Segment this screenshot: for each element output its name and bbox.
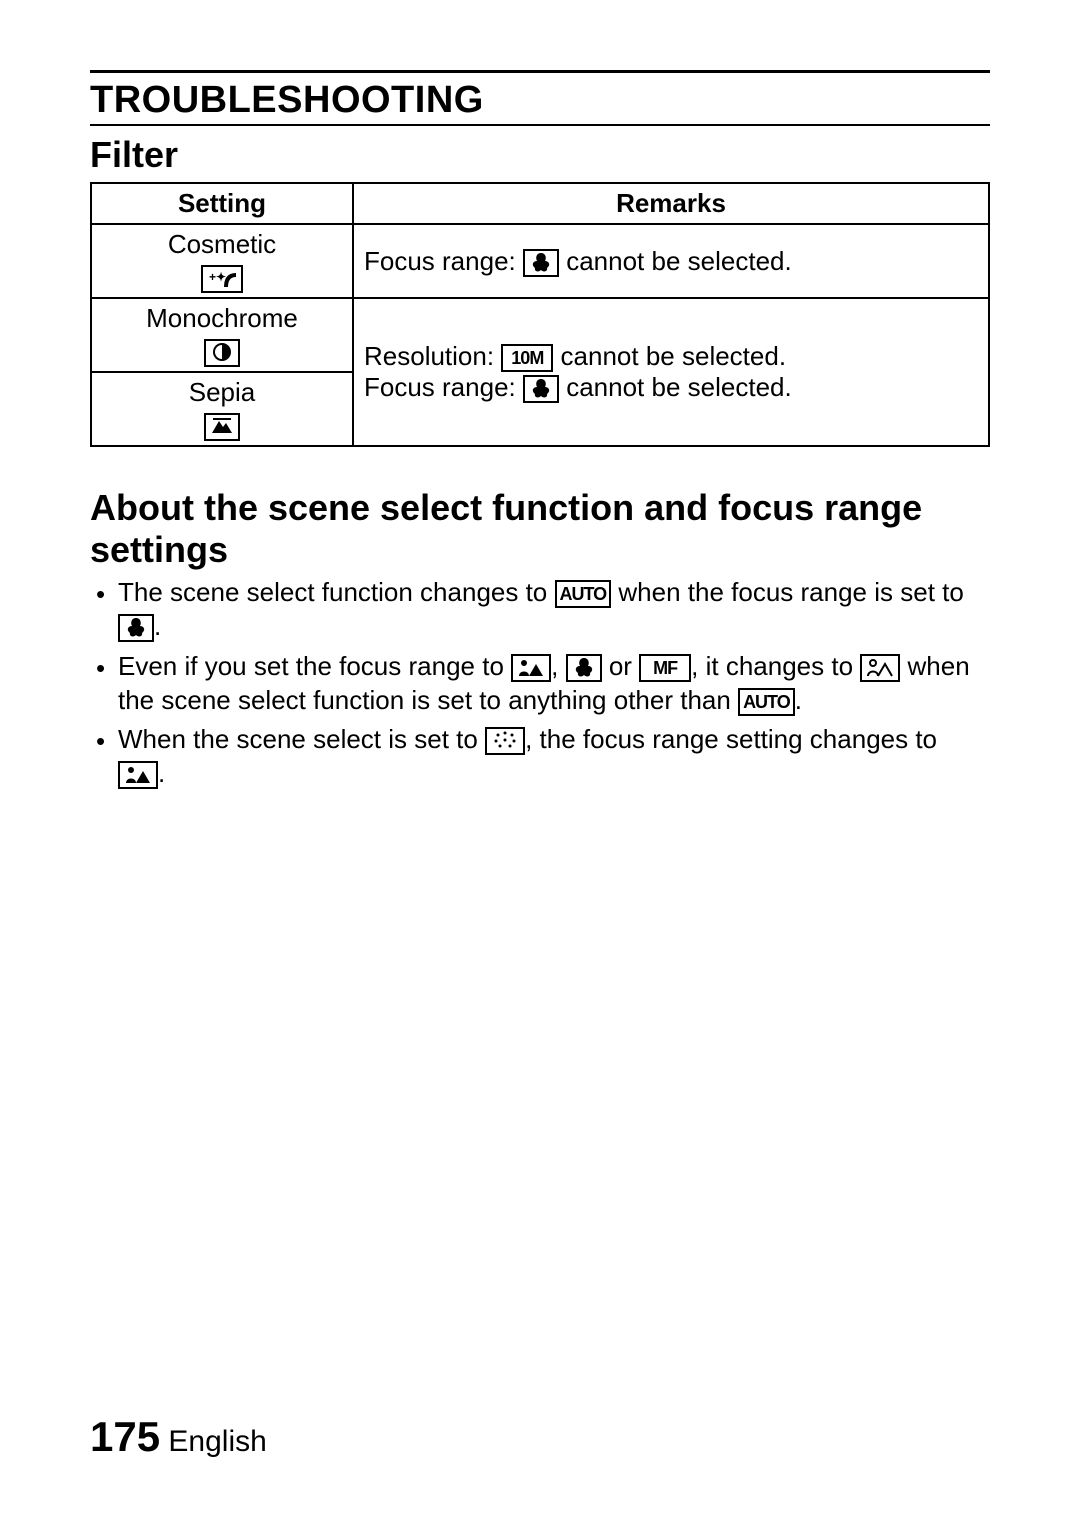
list-item: When the scene select is set to , the fo… (118, 723, 990, 791)
about-heading: About the scene select function and focu… (90, 487, 990, 570)
body-text: , the focus range setting changes to (525, 724, 937, 754)
setting-label: Sepia (102, 377, 342, 408)
body-text: Even if you set the focus range to (118, 651, 511, 681)
table-row: Monochrome Resolution: 10M cannot be sel… (91, 298, 989, 372)
portrait-mountain-icon (118, 761, 158, 789)
body-text: or (609, 651, 639, 681)
page-language: English (168, 1425, 266, 1458)
body-text: , (551, 651, 565, 681)
setting-label: Cosmetic (102, 229, 342, 260)
section-underline (90, 124, 990, 126)
manual-page: TROUBLESHOOTING Filter Setting Remarks C… (0, 0, 1080, 1521)
body-text: The scene select function changes to (118, 577, 555, 607)
table-row: Cosmetic + ✦ Focus range: (91, 224, 989, 298)
body-text: when the focus range is set to (618, 577, 963, 607)
body-text: . (158, 758, 165, 788)
page-number: 175 (90, 1413, 160, 1460)
remark-text: Focus range: (364, 246, 523, 276)
filter-table: Setting Remarks Cosmetic + ✦ Focus ra (90, 182, 990, 447)
setting-label: Monochrome (102, 303, 342, 334)
portrait-mountain-outline-icon (860, 654, 900, 682)
sepia-icon (204, 413, 240, 441)
list-item: Even if you set the focus range to , or … (118, 650, 990, 718)
auto-icon: AUTO (555, 580, 612, 608)
body-text: When the scene select is set to (118, 724, 485, 754)
macro-icon (566, 654, 602, 682)
body-text: . (154, 611, 161, 641)
resolution-10m-icon: 10M (501, 344, 553, 372)
section-title: TROUBLESHOOTING (90, 79, 990, 122)
portrait-mountain-icon (511, 654, 551, 682)
macro-icon (523, 375, 559, 403)
remark-text: cannot be selected. (566, 246, 792, 276)
macro-icon (118, 614, 154, 642)
table-header-setting: Setting (91, 183, 353, 224)
remark-text: Focus range: (364, 372, 523, 402)
macro-icon (523, 249, 559, 277)
fireworks-icon (485, 727, 525, 755)
remark-text: Resolution: (364, 341, 501, 371)
page-footer: 175 English (90, 1413, 267, 1461)
body-text: . (795, 685, 802, 715)
cosmetic-icon: + ✦ (201, 265, 243, 293)
subsection-title: Filter (90, 134, 990, 176)
monochrome-icon (204, 339, 240, 367)
remark-text: cannot be selected. (566, 372, 792, 402)
top-rule (90, 70, 990, 73)
remark-text: cannot be selected. (561, 341, 787, 371)
body-text: , it changes to (691, 651, 860, 681)
mf-icon: MF (639, 654, 691, 682)
svg-text:+: + (209, 270, 216, 284)
bullet-list: The scene select function changes to AUT… (90, 576, 990, 791)
list-item: The scene select function changes to AUT… (118, 576, 990, 644)
table-header-remarks: Remarks (353, 183, 989, 224)
auto-icon: AUTO (738, 688, 795, 716)
